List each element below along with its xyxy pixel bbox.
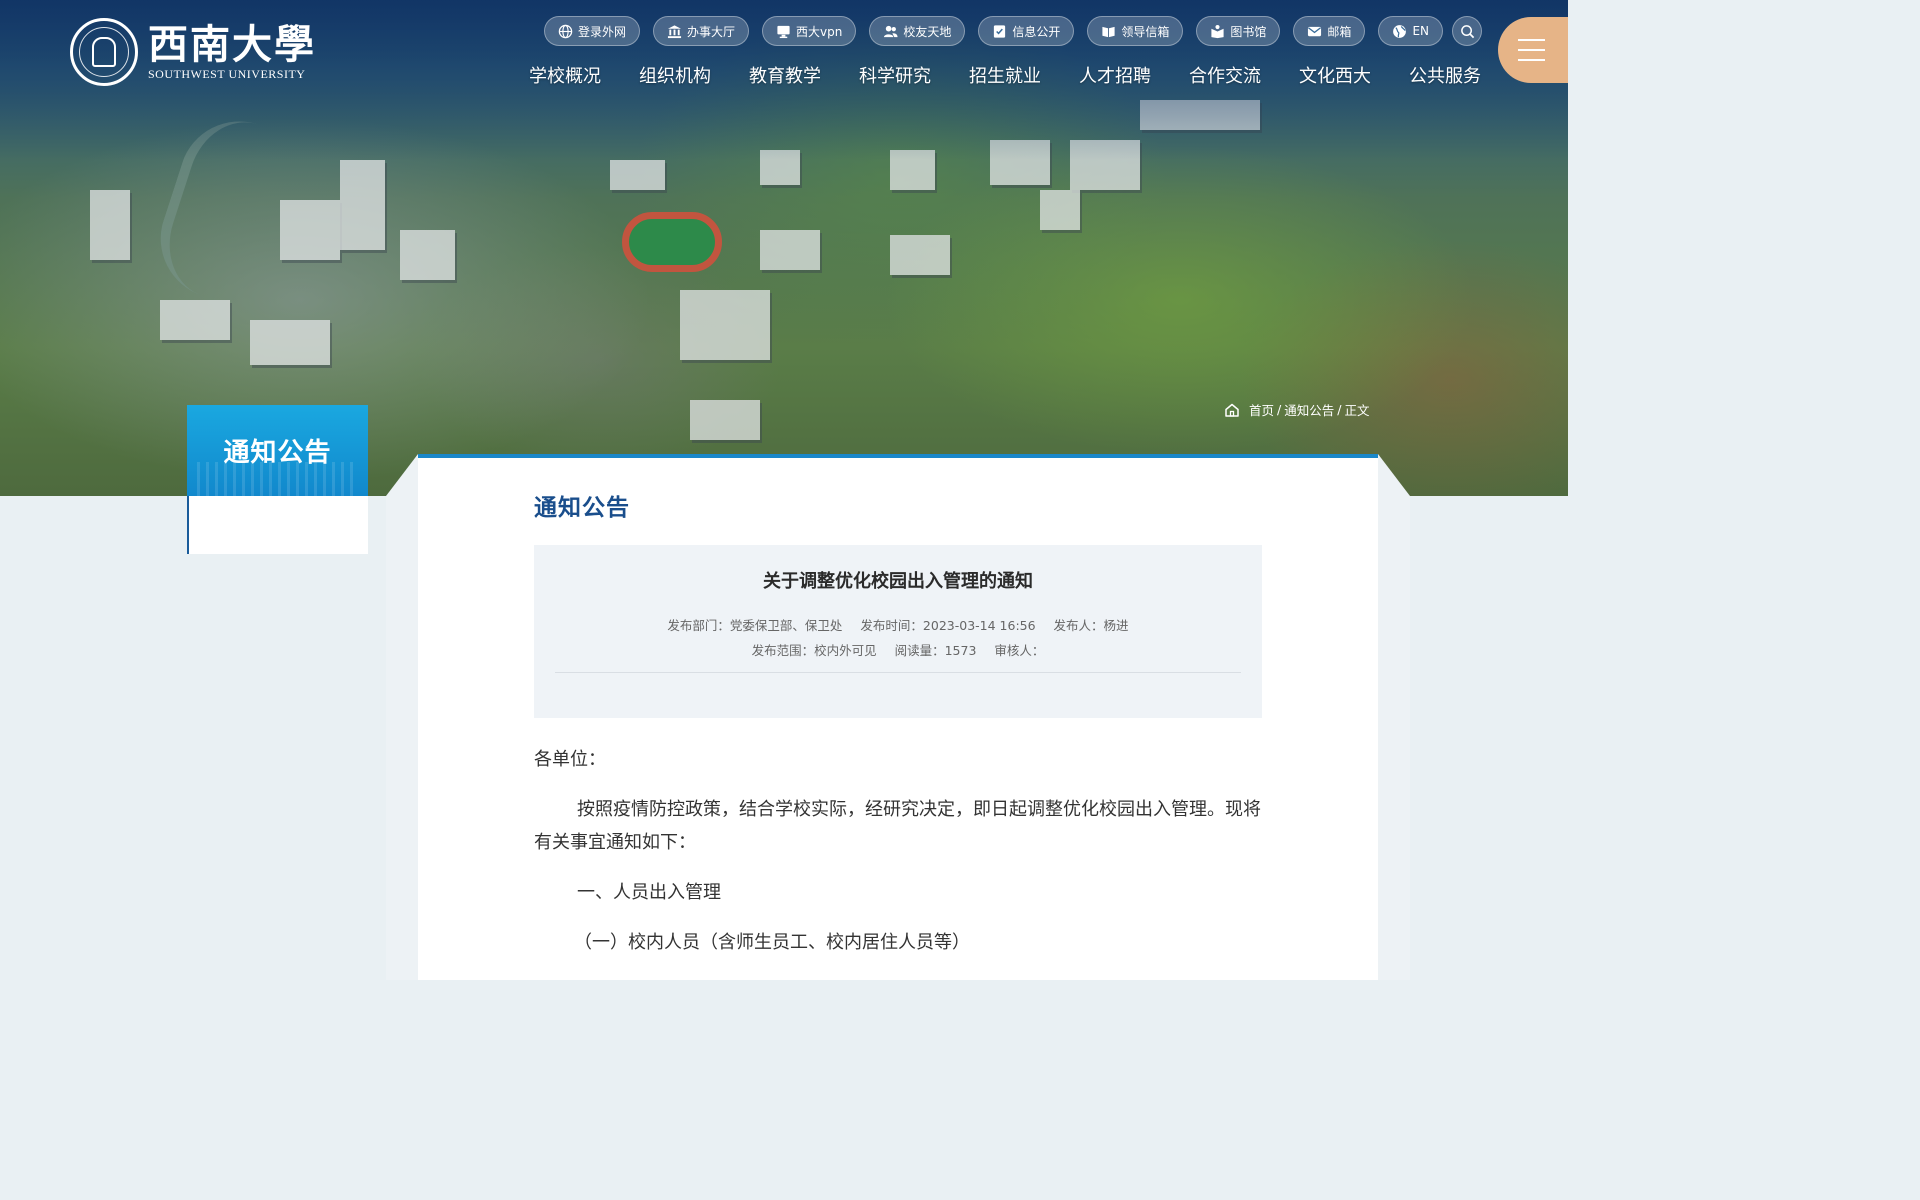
mail-icon [1307, 24, 1322, 39]
article-meta-row: 发布范围：校内外可见 阅读量：1573 审核人： [534, 640, 1262, 659]
monitor-icon [776, 24, 791, 39]
page: 西南大學 SOUTHWEST UNIVERSITY 登录外网 办事大厅 西大vp… [0, 0, 1568, 980]
sidebar-title-text: 通知公告 [223, 438, 332, 468]
hamburger-icon-bar [1518, 39, 1545, 41]
globe-icon [558, 24, 573, 39]
nav-item-education[interactable]: 教育教学 [749, 64, 859, 90]
meta-divider [555, 672, 1241, 673]
building-icon [667, 24, 682, 39]
search-icon [1460, 24, 1474, 38]
nav-item-school-overview[interactable]: 学校概况 [529, 64, 639, 90]
quicklink-english[interactable]: EN [1378, 16, 1443, 46]
quicklink-info-disclosure[interactable]: 信息公开 [978, 16, 1075, 46]
meta-views: 阅读量：1573 [894, 643, 977, 658]
quicklink-label: 办事大厅 [687, 24, 736, 39]
meta-publisher: 发布人：杨进 [1053, 618, 1129, 633]
article-paragraph: 按照疫情防控政策，结合学校实际，经研究决定，即日起调整优化校园出入管理。现将有关… [534, 799, 1261, 853]
quicklink-email[interactable]: 邮箱 [1293, 16, 1366, 46]
nav-item-cooperation[interactable]: 合作交流 [1189, 64, 1299, 90]
meta-scope: 发布范围：校内外可见 [751, 643, 877, 658]
article-greeting: 各单位： [534, 749, 606, 770]
meta-department: 发布部门：党委保卫部、保卫处 [667, 618, 843, 633]
quicklink-label: 领导信箱 [1121, 24, 1170, 39]
users-icon [883, 24, 898, 39]
quicklink-label: EN [1412, 24, 1429, 38]
breadcrumb-separator: / [1337, 402, 1342, 417]
library-icon [1210, 24, 1225, 39]
article-header-box: 关于调整优化校园出入管理的通知 发布部门：党委保卫部、保卫处 发布时间：2023… [534, 545, 1262, 718]
quicklink-library[interactable]: 图书馆 [1196, 16, 1281, 46]
meta-reviewer: 审核人： [994, 643, 1045, 658]
quicklink-label: 邮箱 [1327, 24, 1352, 39]
quicklink-label: 登录外网 [578, 24, 627, 39]
section-title: 通知公告 [534, 495, 630, 521]
nav-item-recruitment[interactable]: 人才招聘 [1079, 64, 1189, 90]
sidebar-title: 通知公告 [187, 405, 368, 496]
quicklink-label: 信息公开 [1012, 24, 1061, 39]
quicklink-label: 图书馆 [1230, 24, 1267, 39]
home-icon [1225, 403, 1239, 417]
hamburger-icon-bar [1518, 59, 1545, 61]
article-body: 各单位： 按照疫情防控政策，结合学校实际，经研究决定，即日起调整优化校园出入管理… [534, 743, 1262, 976]
main-navigation: 学校概况 组织机构 教育教学 科学研究 招生就业 人才招聘 合作交流 文化西大 … [529, 64, 1519, 90]
quicklink-leader-mailbox[interactable]: 领导信箱 [1087, 16, 1184, 46]
article-meta-row: 发布部门：党委保卫部、保卫处 发布时间：2023-03-14 16:56 发布人… [534, 615, 1262, 634]
breadcrumb-current: 正文 [1344, 403, 1370, 418]
article-heading: 一、人员出入管理 [577, 882, 721, 903]
sidebar-menu-panel [187, 496, 368, 554]
book-icon [1101, 24, 1116, 39]
article-title: 关于调整优化校园出入管理的通知 [763, 571, 1033, 592]
breadcrumb-section-link[interactable]: 通知公告 [1284, 400, 1334, 419]
nav-item-admissions[interactable]: 招生就业 [969, 64, 1079, 90]
meta-publish-time: 发布时间：2023-03-14 16:56 [860, 618, 1036, 633]
quicklink-external-login[interactable]: 登录外网 [544, 16, 641, 46]
breadcrumb-home-link[interactable]: 首页 [1249, 400, 1274, 419]
quicklink-vpn[interactable]: 西大vpn [762, 16, 857, 46]
nav-item-organization[interactable]: 组织机构 [639, 64, 749, 90]
logo-english-name: SOUTHWEST UNIVERSITY [148, 67, 306, 81]
quicklink-label: 校友天地 [903, 24, 952, 39]
nav-item-culture[interactable]: 文化西大 [1299, 64, 1409, 90]
article-subheading: （一）校内人员（含师生员工、校内居住人员等） [574, 932, 970, 953]
logo-chinese-name: 西南大學 [148, 21, 316, 68]
document-icon [992, 24, 1007, 39]
quick-links-bar: 登录外网 办事大厅 西大vpn 校友天地 信息公开 领导信箱 图书馆 邮箱 EN [544, 16, 1456, 46]
nav-item-public-services[interactable]: 公共服务 [1409, 64, 1519, 90]
quicklink-alumni[interactable]: 校友天地 [869, 16, 966, 46]
quicklink-service-hall[interactable]: 办事大厅 [653, 16, 750, 46]
breadcrumb-separator: / [1277, 402, 1282, 417]
quicklink-label: 西大vpn [796, 24, 843, 39]
hamburger-icon-bar [1518, 49, 1545, 51]
university-seal-icon [70, 18, 138, 86]
globe-icon [1392, 24, 1407, 39]
breadcrumb: 首页 / 通知公告 / 正文 [1224, 400, 1369, 419]
nav-item-research[interactable]: 科学研究 [859, 64, 969, 90]
search-button[interactable] [1452, 16, 1482, 46]
university-logo[interactable]: 西南大學 SOUTHWEST UNIVERSITY [70, 18, 316, 86]
